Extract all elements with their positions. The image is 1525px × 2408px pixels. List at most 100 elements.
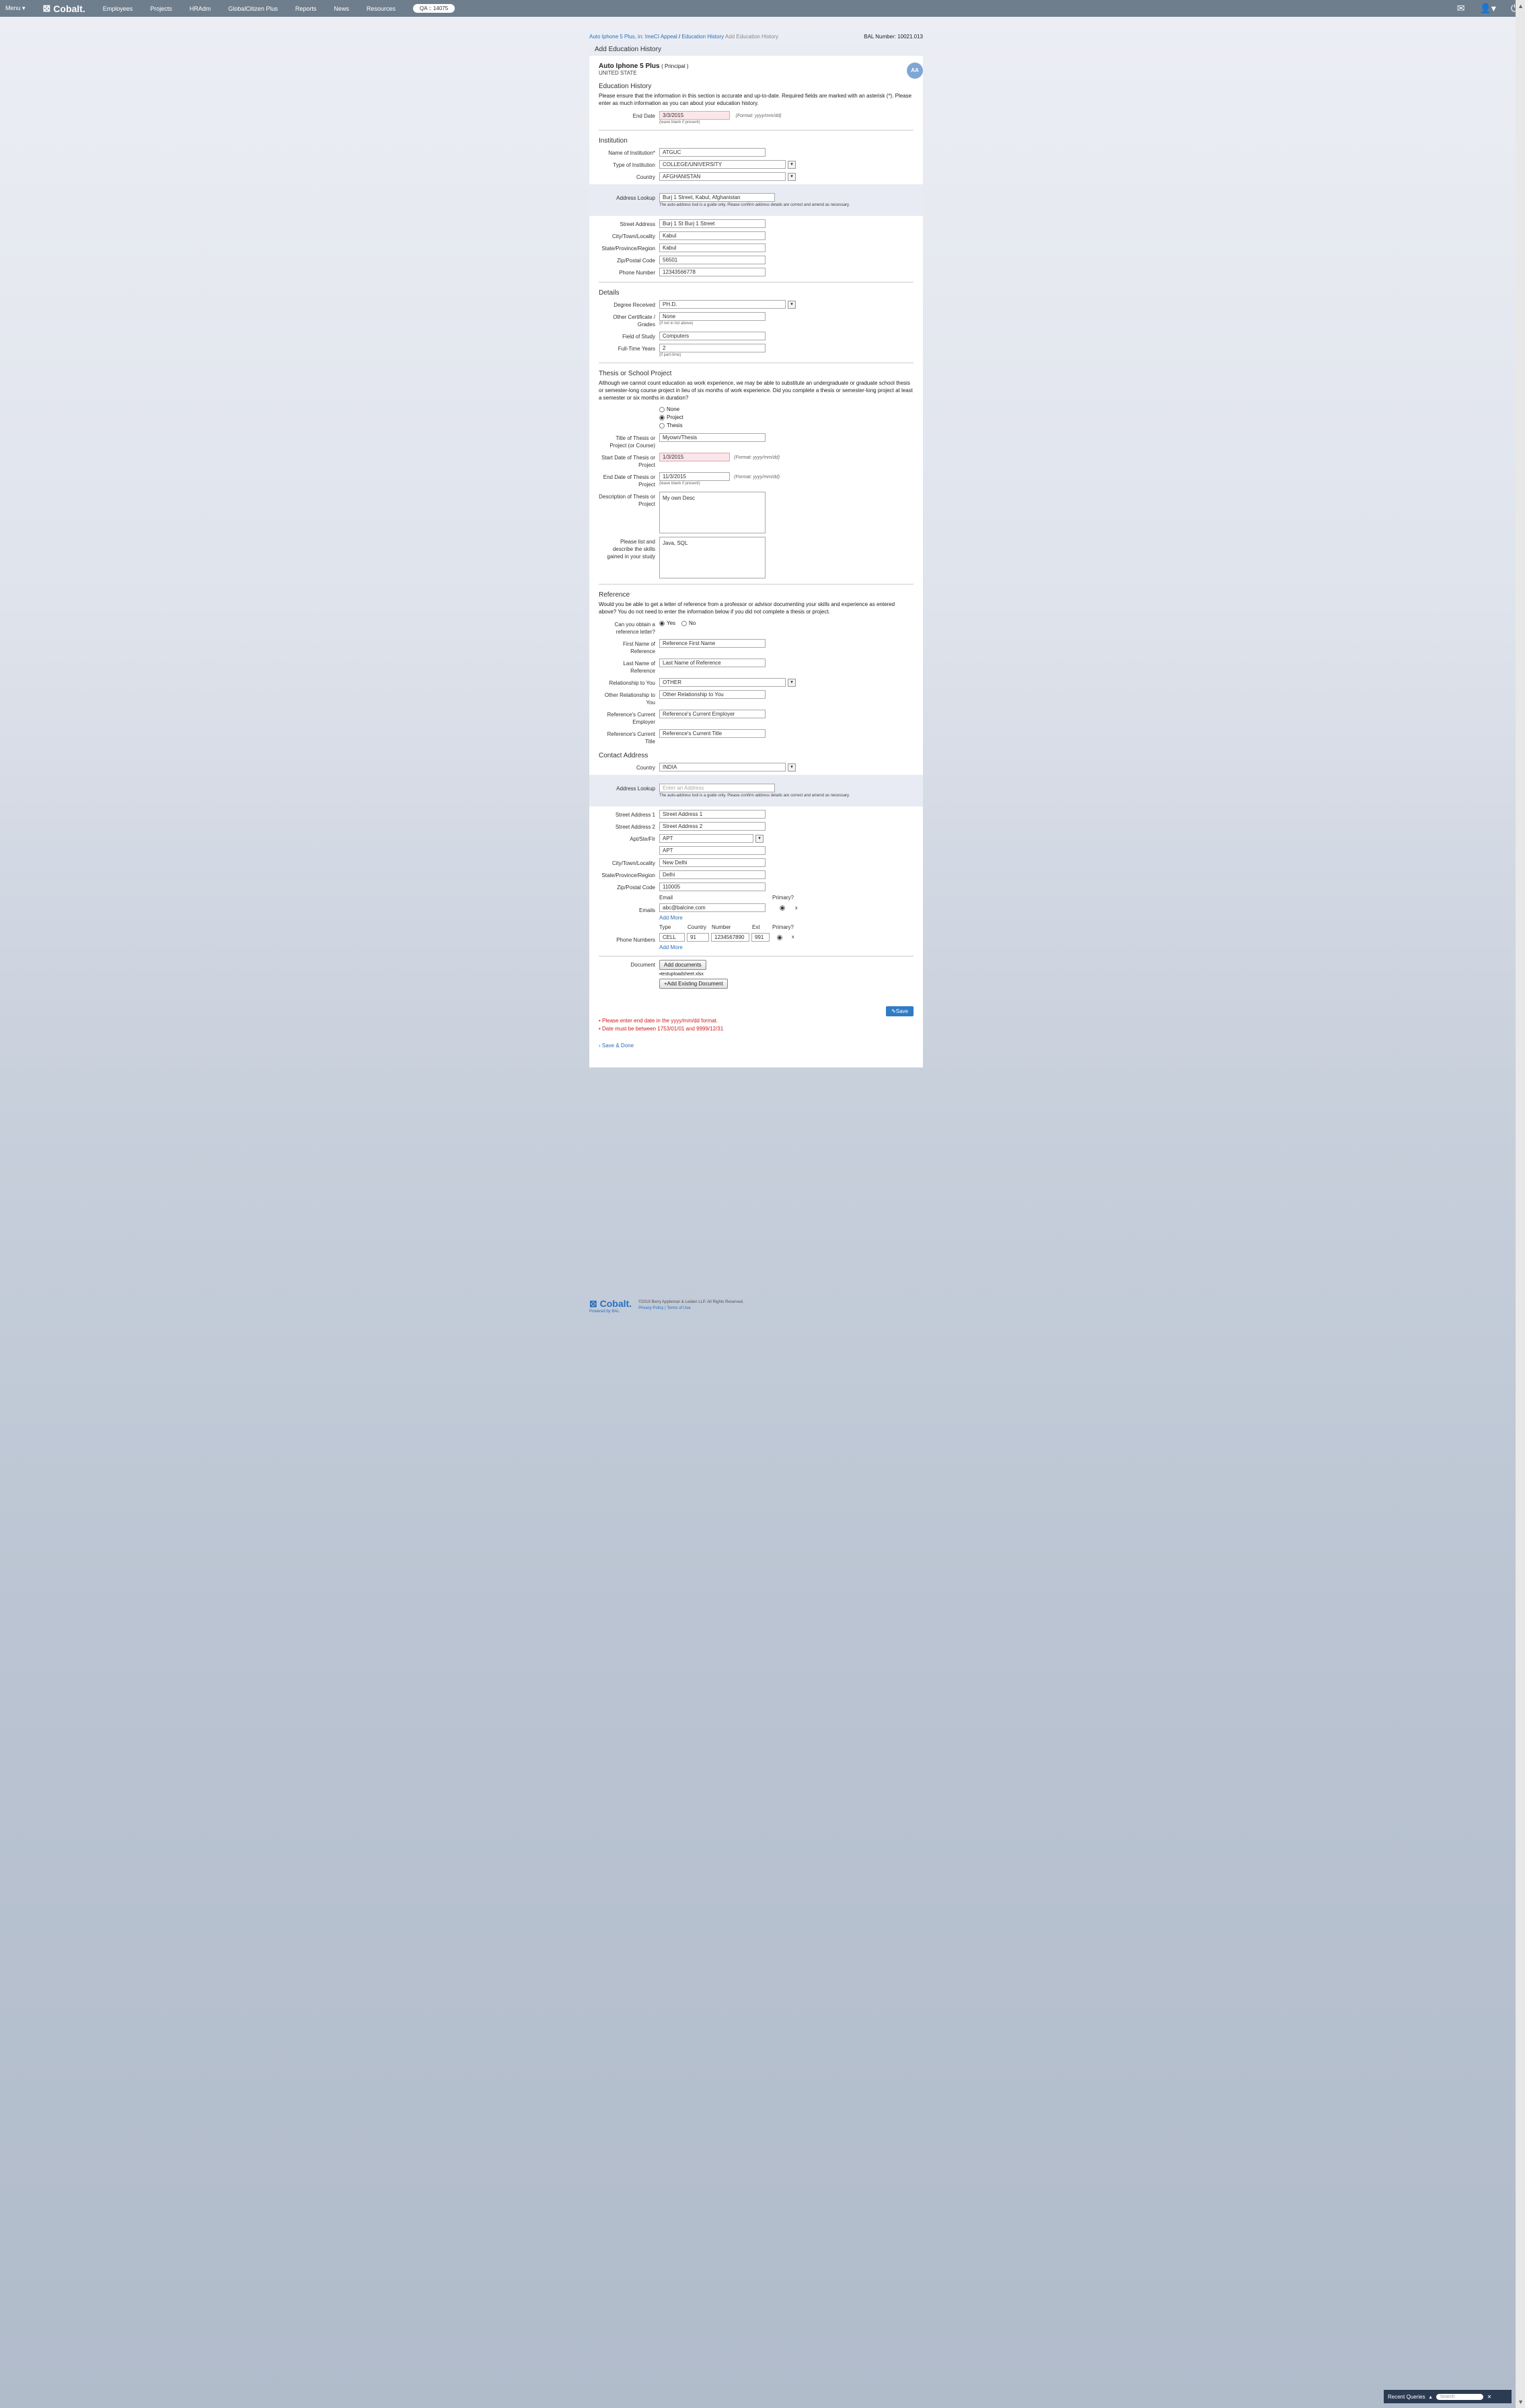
- institution-street-label: Street Address: [620, 221, 655, 227]
- institution-name-input[interactable]: ATGUC: [659, 148, 766, 157]
- chevron-down-icon[interactable]: ▾: [755, 834, 764, 843]
- institution-city-input[interactable]: Kabul: [659, 231, 766, 240]
- thesis-heading: Thesis or School Project: [599, 370, 672, 377]
- thesis-skills-textarea[interactable]: Java, SQL: [659, 537, 766, 578]
- radio-icon[interactable]: [659, 422, 665, 428]
- brand-logo[interactable]: ⊠ Cobalt.: [43, 3, 85, 14]
- footer-tagline: Powered by BAL: [589, 1310, 620, 1314]
- email-input[interactable]: abc@balcine.com: [659, 903, 766, 912]
- nav-globalcitizen[interactable]: GlobalCitizen Plus: [228, 5, 278, 12]
- ref-title-input[interactable]: Reference's Current Title: [659, 729, 766, 738]
- ref-employer-input[interactable]: Reference's Current Employer: [659, 710, 766, 718]
- other-cert-input[interactable]: None: [659, 312, 766, 321]
- nav-employees[interactable]: Employees: [103, 5, 133, 12]
- institution-country-select[interactable]: AFGHANISTAN: [659, 172, 786, 181]
- recent-queries-label: Recent Queries: [1388, 2393, 1425, 2400]
- radio-icon[interactable]: [659, 620, 665, 626]
- nav-resources[interactable]: Resources: [367, 5, 396, 12]
- chevron-down-icon[interactable]: ▾: [788, 300, 796, 309]
- error-text: Date must be between 1753/01/01 and 9999…: [602, 1026, 724, 1032]
- street2-input[interactable]: Street Address 2: [659, 822, 766, 831]
- institution-state-input[interactable]: Kabul: [659, 243, 766, 252]
- nav-reports[interactable]: Reports: [295, 5, 317, 12]
- institution-zip-input[interactable]: 56501: [659, 256, 766, 264]
- thesis-title-input[interactable]: Myown/Thesis: [659, 433, 766, 442]
- environment-badge[interactable]: QA :: 14075: [412, 4, 455, 13]
- breadcrumb-section-link[interactable]: Education History: [681, 34, 724, 40]
- recent-queries-bar[interactable]: Recent Queries ▴ Search ✕: [1384, 2390, 1512, 2403]
- avatar[interactable]: AA: [907, 63, 923, 79]
- add-phone-link[interactable]: Add More: [659, 944, 914, 950]
- institution-lookup-input[interactable]: Burj 1 Street, Kabul, Afghanistan: [659, 193, 775, 202]
- phone-country-input[interactable]: 91: [687, 933, 709, 942]
- radio-no[interactable]: No: [681, 620, 696, 626]
- menu-button[interactable]: Menu ▾: [5, 5, 26, 12]
- reference-obtain-radios: Yes No: [659, 619, 914, 628]
- chevron-up-icon[interactable]: ▴: [1429, 2394, 1432, 2400]
- institution-street-input[interactable]: Burj 1 St Burj 1 Street: [659, 219, 766, 228]
- apt-input[interactable]: APT: [659, 846, 766, 855]
- chevron-down-icon[interactable]: ▾: [788, 763, 796, 772]
- save-button[interactable]: ✎Save: [886, 1006, 914, 1016]
- radio-thesis-label: Thesis: [667, 422, 683, 428]
- scroll-down-icon[interactable]: ▼: [1518, 2399, 1524, 2405]
- end-date-label: End Date: [632, 113, 655, 119]
- phone-number-input[interactable]: 1234567890: [711, 933, 749, 942]
- years-input[interactable]: 2: [659, 344, 766, 352]
- radio-icon[interactable]: [659, 406, 665, 412]
- contact-state-input[interactable]: Delhi: [659, 870, 766, 879]
- add-email-link[interactable]: Add More: [659, 915, 914, 921]
- phone-ext-input[interactable]: 991: [751, 933, 770, 942]
- institution-phone-input[interactable]: 12343566778: [659, 268, 766, 276]
- recent-queries-search[interactable]: Search: [1436, 2393, 1483, 2400]
- field-of-study-input[interactable]: Computers: [659, 332, 766, 340]
- phone-type-select[interactable]: CELL: [659, 933, 685, 942]
- attached-file[interactable]: ▪testuploadsheet.xlsx: [659, 972, 914, 977]
- street1-input[interactable]: Street Address 1: [659, 810, 766, 819]
- nav-hradm[interactable]: HRAdm: [190, 5, 211, 12]
- add-documents-button[interactable]: Add documents: [659, 960, 706, 970]
- institution-heading: Institution: [599, 137, 628, 145]
- scrollbar[interactable]: ▲ ▼: [1516, 0, 1525, 2408]
- ref-rel-select[interactable]: OTHER: [659, 678, 786, 687]
- institution-section: Institution Name of Institution* ATGUC Ty…: [589, 137, 923, 283]
- chevron-down-icon[interactable]: ▾: [788, 160, 796, 169]
- save-and-done-link[interactable]: › Save & Done: [599, 1043, 923, 1049]
- contact-lookup-input[interactable]: Enter an Address: [659, 784, 775, 792]
- radio-icon[interactable]: [659, 414, 665, 420]
- nav-projects[interactable]: Projects: [150, 5, 172, 12]
- apt-select[interactable]: APT: [659, 834, 753, 843]
- thesis-start-input[interactable]: 1/3/2015: [659, 453, 730, 461]
- footer-links[interactable]: Privacy Policy | Terms of Use: [638, 1306, 743, 1312]
- ref-other-rel-input[interactable]: Other Relationship to You: [659, 690, 766, 699]
- institution-type-select[interactable]: COLLEGE/UNIVERSITY: [659, 160, 786, 169]
- ref-first-input[interactable]: Reference First Name: [659, 639, 766, 648]
- footer-logo[interactable]: ⊠ Cobalt.: [589, 1298, 632, 1310]
- thesis-desc-textarea[interactable]: My own Desc: [659, 492, 766, 533]
- contact-city-input[interactable]: New Delhi: [659, 858, 766, 867]
- mail-icon[interactable]: ✉: [1457, 3, 1465, 14]
- ref-last-input[interactable]: Last Name of Reference: [659, 659, 766, 667]
- radio-icon[interactable]: [681, 620, 687, 626]
- breadcrumb-case-link[interactable]: Auto Iphone 5 Plus, in: ImeCI Appeal: [589, 34, 677, 40]
- add-existing-document-button[interactable]: +Add Existing Document: [659, 979, 728, 989]
- radio-none[interactable]: None: [659, 406, 914, 414]
- radio-project[interactable]: Project: [659, 414, 914, 422]
- radio-thesis[interactable]: Thesis: [659, 422, 914, 430]
- nav-news[interactable]: News: [334, 5, 349, 12]
- delete-icon[interactable]: x: [792, 935, 794, 940]
- scroll-up-icon[interactable]: ▲: [1518, 3, 1524, 9]
- close-icon[interactable]: ✕: [1487, 2394, 1492, 2400]
- end-date-input[interactable]: 3/3/2015: [659, 111, 730, 120]
- email-primary-radio[interactable]: [779, 905, 785, 911]
- contact-zip-input[interactable]: 110005: [659, 882, 766, 891]
- radio-yes[interactable]: Yes: [659, 620, 675, 626]
- degree-select[interactable]: PH.D.: [659, 300, 786, 309]
- contact-country-select[interactable]: INDIA: [659, 763, 786, 772]
- chevron-down-icon[interactable]: ▾: [788, 172, 796, 181]
- chevron-down-icon[interactable]: ▾: [788, 678, 796, 687]
- delete-icon[interactable]: x: [795, 906, 798, 911]
- user-icon[interactable]: 👤▾: [1479, 3, 1495, 14]
- thesis-end-input[interactable]: 11/3/2015: [659, 472, 730, 481]
- phone-primary-radio[interactable]: [777, 934, 782, 940]
